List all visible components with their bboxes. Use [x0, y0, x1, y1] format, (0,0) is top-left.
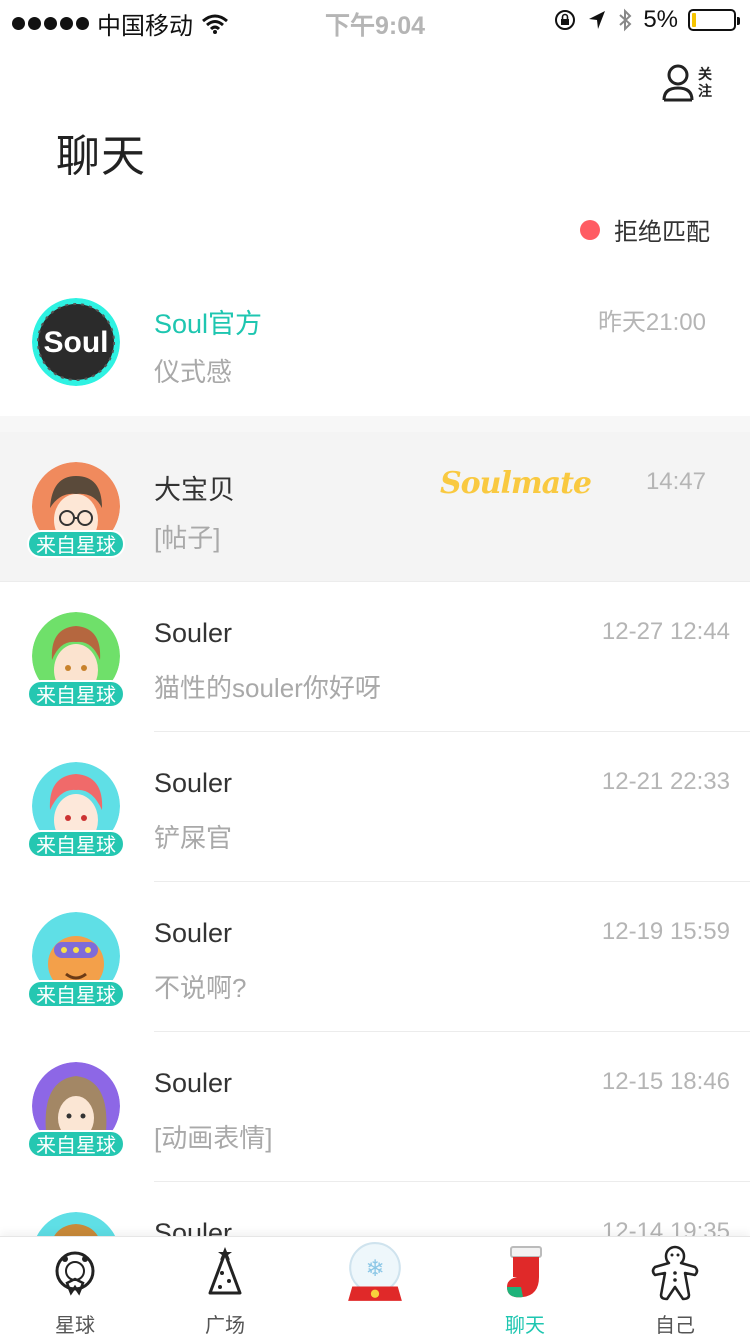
chat-message: [帖子] — [154, 523, 221, 553]
follow-label: 关注 — [698, 66, 712, 99]
svg-text:Soul: Soul — [44, 326, 109, 359]
chat-message: 仪式感 — [154, 357, 233, 387]
page-title: 聊天 — [56, 132, 146, 181]
chat-time: 12-21 22:33 — [601, 768, 730, 795]
chat-row[interactable]: 来自星球 Souler 猫性的souler你好呀 12-27 12:44 — [0, 582, 750, 732]
battery-icon — [688, 9, 740, 31]
wreath-icon — [55, 1251, 95, 1296]
tab-center[interactable]: ❄ — [300, 1237, 450, 1334]
follow-button[interactable]: 关注 — [660, 62, 720, 108]
tab-label: 聊天 — [505, 1315, 545, 1334]
battery-percent: 5% — [643, 6, 678, 33]
tree-icon — [208, 1247, 242, 1295]
chat-time: 14:47 — [645, 468, 706, 495]
rotation-lock-icon — [555, 10, 576, 30]
origin-badge: 来自星球 — [27, 680, 125, 708]
chat-row[interactable]: 来自星球 Souler [动画表情] 12-15 18:46 — [0, 1032, 750, 1182]
chat-time: 12-19 15:59 — [601, 918, 730, 945]
chat-name: Souler — [154, 618, 233, 648]
avatar-partial — [32, 1212, 120, 1236]
chat-name: Souler — [154, 1218, 233, 1236]
chat-row[interactable]: 来自星球 Souler 不说啊? 12-19 15:59 — [0, 882, 750, 1032]
status-right: 5% — [553, 6, 740, 34]
chat-time: 昨天21:00 — [597, 309, 706, 336]
tab-me[interactable]: 自己 — [600, 1237, 750, 1334]
bluetooth-icon — [619, 8, 632, 32]
chat-name: 大宝贝 — [154, 475, 235, 505]
tab-label: 广场 — [205, 1315, 245, 1334]
soul-logo-avatar: Soul — [32, 298, 120, 386]
chat-time: 12-15 18:46 — [601, 1068, 730, 1095]
tab-planet[interactable]: 星球 — [0, 1237, 150, 1334]
tab-bar: 星球 广场 ❄ 聊天 自己 — [0, 1236, 750, 1334]
svg-text:❄: ❄ — [365, 1255, 384, 1281]
chat-name: Souler — [154, 1068, 233, 1098]
chat-name: Souler — [154, 768, 233, 798]
chat-row-official[interactable]: Soul Soul官方 仪式感 昨天21:00 — [0, 266, 750, 416]
snow-globe-icon: ❄ — [348, 1242, 402, 1301]
gingerbread-icon — [651, 1245, 699, 1301]
tab-label: 自己 — [655, 1315, 695, 1334]
origin-badge: 来自星球 — [27, 980, 125, 1008]
tab-label: 星球 — [55, 1315, 95, 1334]
status-bar: 中国移动 下午9:04 5% — [0, 0, 750, 40]
chat-row[interactable]: Souler 12-14 19:35 — [0, 1182, 750, 1236]
section-divider — [0, 416, 750, 432]
chat-message: [动画表情] — [154, 1123, 273, 1153]
chat-time: 12-27 12:44 — [601, 618, 730, 645]
reject-match-label: 拒绝匹配 — [614, 219, 710, 246]
chat-message: 不说啊? — [154, 973, 247, 1003]
soulmate-tag: Soulmate — [440, 466, 592, 501]
status-dot-icon — [580, 219, 600, 240]
location-arrow-icon — [589, 11, 606, 29]
chat-time: 12-14 19:35 — [601, 1218, 730, 1236]
chat-header: 关注 聊天 拒绝匹配 — [0, 40, 750, 266]
tab-chat[interactable]: 聊天 — [450, 1237, 600, 1334]
chat-message: 猫性的souler你好呀 — [154, 673, 381, 703]
chat-row[interactable]: 来自星球 大宝贝 Soulmate [帖子] 14:47 — [0, 432, 750, 582]
chat-list[interactable]: Soul Soul官方 仪式感 昨天21:00 来自星球 大宝贝 Soulmat… — [0, 266, 750, 1236]
chat-name: Souler — [154, 918, 233, 948]
reject-match-toggle[interactable]: 拒绝匹配 — [580, 212, 710, 247]
chat-row[interactable]: 来自星球 Souler 铲屎官 12-21 22:33 — [0, 732, 750, 882]
origin-badge: 来自星球 — [27, 530, 125, 558]
chat-name: Soul官方 — [154, 309, 263, 339]
stocking-icon — [507, 1246, 542, 1298]
origin-badge: 来自星球 — [27, 830, 125, 858]
chat-message: 铲屎官 — [154, 823, 233, 853]
origin-badge: 来自星球 — [27, 1130, 125, 1158]
person-icon — [662, 64, 694, 102]
tab-square[interactable]: 广场 — [150, 1237, 300, 1334]
